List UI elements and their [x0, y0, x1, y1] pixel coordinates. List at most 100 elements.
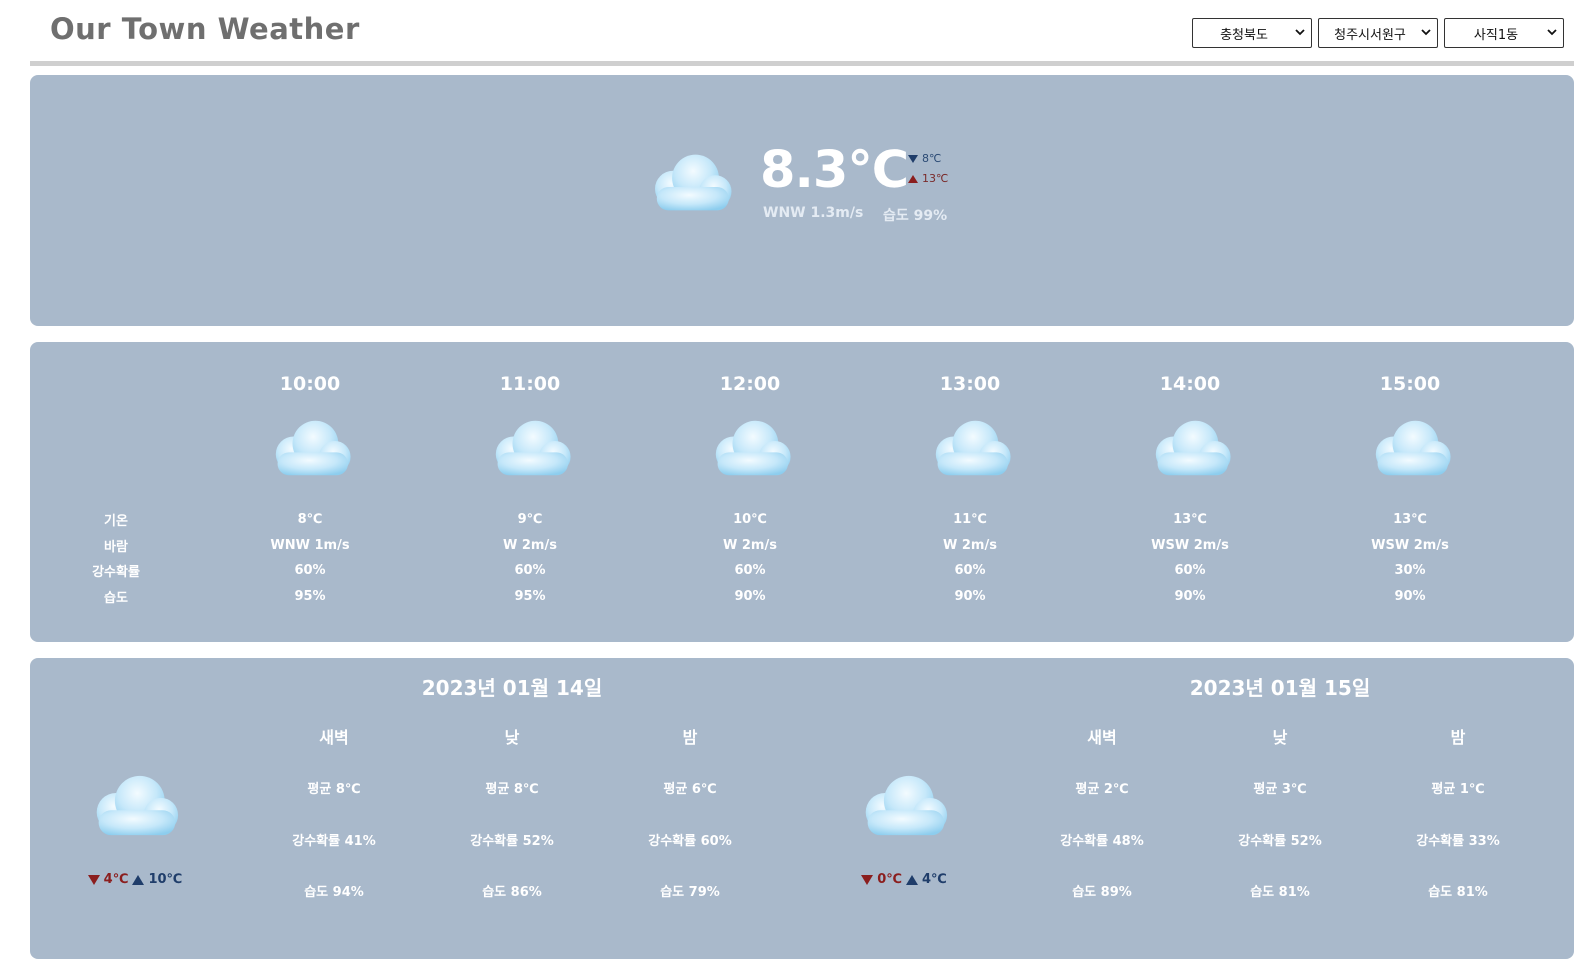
period-name: 낮 — [1272, 728, 1288, 747]
cloud-icon — [927, 417, 1015, 479]
cloud-icon — [487, 417, 575, 479]
app-title: Our Town Weather — [50, 12, 360, 46]
period-humidity: 습도 81% — [1428, 885, 1488, 900]
period-name: 새벽 — [1087, 728, 1117, 747]
current-min-value: 8℃ — [922, 152, 942, 165]
period-column: 낮 평균 8℃ 강수확률 52% 습도 86% — [432, 724, 592, 933]
period-column: 밤 평균 1℃ 강수확률 33% 습도 81% — [1378, 724, 1538, 933]
hour-wind: W 2m/s — [503, 537, 557, 553]
hour-column: 11:00 9℃ W 2m/s 60% 95% — [440, 372, 620, 614]
period-pop: 강수확률 33% — [1416, 833, 1500, 849]
hour-pop: 30% — [1394, 563, 1426, 578]
period-name: 새벽 — [319, 728, 349, 747]
period-name: 낮 — [504, 728, 520, 747]
day-max: 4℃ — [922, 872, 947, 887]
chevron-down-icon — [1421, 29, 1431, 36]
hour-humidity: 95% — [514, 588, 546, 604]
hour-time: 10:00 — [279, 373, 341, 395]
hourly-forecast-panel: 기온 바람 강수확률 습도 10:00 8℃ WNW 1m/s 60% 95% … — [30, 342, 1574, 642]
period-humidity: 습도 79% — [660, 885, 720, 900]
row-label-wind: 바람 — [104, 539, 128, 555]
up-triangle-icon — [906, 874, 918, 885]
city-select-value: 청주시서원구 — [1334, 27, 1406, 43]
up-triangle-icon — [132, 874, 145, 885]
hour-column: 15:00 13℃ WSW 2m/s 30% 90% — [1320, 372, 1500, 614]
cloud-icon — [87, 772, 183, 839]
period-avg: 평균 1℃ — [1431, 782, 1485, 797]
hour-temp: 11℃ — [953, 512, 987, 527]
district-select[interactable]: 사직1동 — [1444, 18, 1564, 48]
province-select-value: 충청북도 — [1220, 27, 1268, 43]
hour-humidity: 90% — [734, 588, 766, 604]
hour-humidity: 90% — [1174, 588, 1206, 604]
hour-wind: WSW 2m/s — [1371, 537, 1449, 553]
hourly-row-labels: 기온 바람 강수확률 습도 — [86, 510, 146, 612]
down-triangle-icon — [861, 874, 874, 885]
period-avg: 평균 8℃ — [485, 782, 539, 797]
period-humidity: 습도 81% — [1250, 885, 1310, 900]
day-date: 2023년 01월 15일 — [1189, 676, 1371, 700]
period-pop: 강수확률 60% — [648, 833, 732, 849]
row-label-humidity: 습도 — [104, 590, 128, 606]
hour-humidity: 90% — [1394, 588, 1426, 604]
hour-pop: 60% — [954, 563, 986, 578]
hour-time: 13:00 — [939, 373, 1001, 395]
cloud-icon — [856, 772, 952, 839]
period-column: 새벽 평균 2℃ 강수확률 48% 습도 89% — [1022, 724, 1182, 933]
hour-time: 15:00 — [1379, 373, 1441, 395]
hour-wind: W 2m/s — [723, 537, 777, 553]
period-humidity: 습도 94% — [304, 885, 364, 900]
period-name: 밤 — [1450, 728, 1466, 747]
period-avg: 평균 2℃ — [1075, 782, 1129, 797]
city-select[interactable]: 청주시서원구 — [1318, 18, 1438, 48]
hour-humidity: 95% — [294, 588, 326, 604]
hour-pop: 60% — [734, 563, 766, 578]
chevron-down-icon — [1547, 29, 1557, 36]
hour-temp: 10℃ — [733, 512, 767, 527]
hour-temp: 13℃ — [1393, 512, 1427, 527]
current-weather-panel: 8.3℃ 8℃ 13℃ WNW 1.3m/s 습도 99% — [30, 75, 1574, 326]
location-selects: 충청북도 청주시서원구 사직1동 — [1192, 18, 1564, 48]
hour-temp: 13℃ — [1173, 512, 1207, 527]
current-wind: WNW 1.3m/s — [763, 205, 864, 221]
period-avg: 평균 3℃ — [1253, 782, 1307, 797]
cloud-icon — [267, 417, 355, 479]
down-triangle-icon — [908, 154, 918, 163]
hour-pop: 60% — [1174, 563, 1206, 578]
hour-column: 10:00 8℃ WNW 1m/s 60% 95% — [220, 372, 400, 614]
hour-time: 14:00 — [1159, 373, 1221, 395]
period-column: 새벽 평균 8℃ 강수확률 41% 습도 94% — [254, 724, 414, 933]
current-temperature: 8.3℃ — [760, 141, 909, 200]
day-min: 0℃ — [877, 872, 902, 887]
current-max-temp: 13℃ — [908, 172, 948, 185]
hour-humidity: 90% — [954, 588, 986, 604]
cloud-icon — [707, 417, 795, 479]
up-triangle-icon — [908, 174, 918, 183]
hour-wind: W 2m/s — [943, 537, 997, 553]
hour-column: 14:00 13℃ WSW 2m/s 60% 90% — [1100, 372, 1280, 614]
hour-time: 12:00 — [719, 373, 781, 395]
district-select-value: 사직1동 — [1473, 27, 1519, 43]
period-avg: 평균 8℃ — [307, 782, 361, 797]
day-minmax: 0℃ 4℃ — [844, 872, 964, 887]
day-minmax: 4℃ 10℃ — [75, 872, 195, 887]
hour-pop: 60% — [514, 563, 546, 578]
app-header: Our Town Weather 충청북도 청주시서원구 사직1동 — [30, 0, 1574, 66]
row-label-pop: 강수확률 — [92, 565, 140, 580]
period-pop: 강수확률 41% — [292, 833, 376, 849]
period-pop: 강수확률 52% — [1238, 833, 1322, 849]
hour-temp: 8℃ — [297, 512, 323, 527]
period-pop: 강수확률 48% — [1060, 833, 1144, 849]
period-humidity: 습도 86% — [482, 885, 542, 900]
current-humidity: 습도 99% — [883, 208, 948, 224]
cloud-icon — [1367, 417, 1455, 479]
cloud-icon — [1147, 417, 1235, 479]
period-avg: 평균 6℃ — [663, 782, 717, 797]
period-column: 낮 평균 3℃ 강수확률 52% 습도 81% — [1200, 724, 1360, 933]
province-select[interactable]: 충청북도 — [1192, 18, 1312, 48]
daily-forecast-panel: 2023년 01월 14일 4℃ 10℃ 새벽 평균 8℃ 강수확률 41% 습… — [30, 658, 1574, 959]
period-name: 밤 — [682, 728, 698, 747]
hour-wind: WNW 1m/s — [270, 537, 350, 553]
day-max: 10℃ — [148, 872, 183, 887]
hour-column: 12:00 10℃ W 2m/s 60% 90% — [660, 372, 840, 614]
